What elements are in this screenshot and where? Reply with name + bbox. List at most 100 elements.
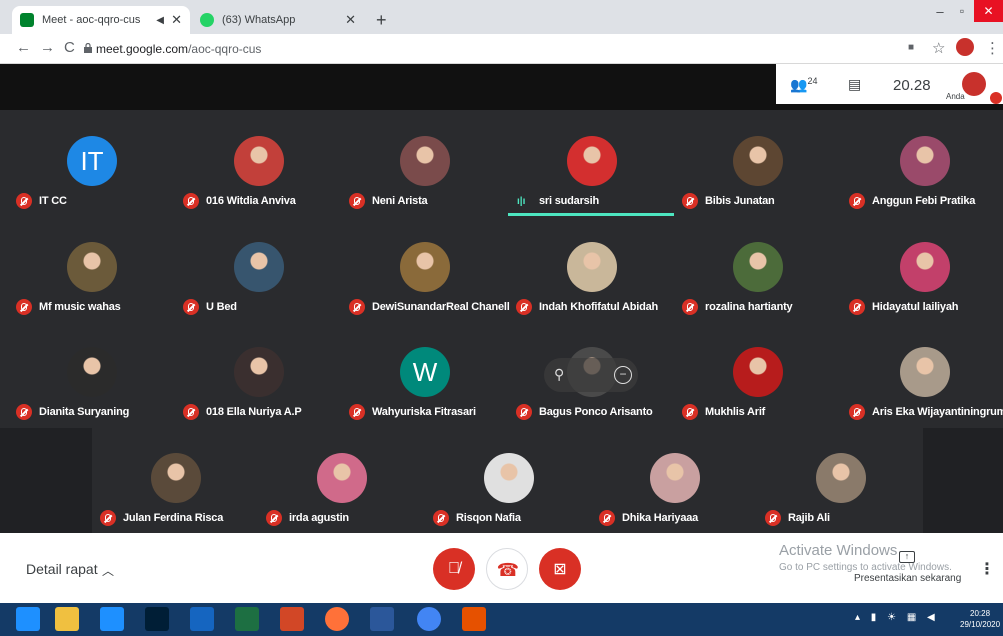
leave-call-button[interactable]: ☎: [486, 548, 528, 590]
participant-avatar: [900, 242, 950, 292]
mic-off-icon: 🎙̸: [448, 560, 460, 577]
windows-start-icon[interactable]: [16, 607, 40, 631]
tab-whatsapp[interactable]: (63) WhatsApp ✕: [192, 6, 364, 34]
participant-tile[interactable]: 016 Witdia Anviva: [175, 116, 342, 221]
muted-mic-icon: [849, 299, 865, 315]
internet-explorer-icon[interactable]: [100, 607, 124, 631]
close-tab-icon[interactable]: ✕: [345, 12, 356, 28]
taskbar-date: 29/10/2020: [960, 620, 1001, 629]
microphone-toggle-button[interactable]: 🎙̸: [433, 548, 475, 590]
participant-tile[interactable]: DewiSunandarReal Chanell: [341, 222, 510, 327]
tab-whatsapp-label: (63) WhatsApp: [222, 14, 296, 26]
chevron-up-icon[interactable]: ︿: [102, 562, 114, 579]
participant-avatar: [816, 453, 866, 503]
forward-icon[interactable]: →: [40, 39, 55, 56]
participant-tile[interactable]: Bibis Junatan: [674, 116, 841, 221]
participant-name: irda agustin: [289, 512, 349, 524]
reload-icon[interactable]: C: [64, 39, 75, 56]
more-options-icon[interactable]: ⋮: [979, 559, 995, 579]
excel-icon[interactable]: [235, 607, 259, 631]
self-avatar[interactable]: [962, 72, 986, 96]
photoshop-icon[interactable]: [145, 607, 169, 631]
participant-avatar: [484, 453, 534, 503]
minimize-button[interactable]: –: [930, 4, 950, 19]
file-explorer-icon[interactable]: [55, 607, 79, 631]
participant-avatar: IT: [67, 136, 117, 186]
close-window-button[interactable]: ✕: [974, 0, 1003, 22]
system-tray[interactable]: ▴ ▮ ☀ ▦ ◀: [855, 612, 939, 623]
remove-icon[interactable]: −: [614, 366, 632, 384]
participant-tile[interactable]: Dianita Suryaning: [8, 327, 175, 432]
participant-name: Wahyuriska Fitrasari: [372, 406, 476, 418]
participant-name: Bibis Junatan: [705, 195, 775, 207]
chat-button[interactable]: ▤: [848, 76, 861, 93]
participant-tile[interactable]: U Bed: [175, 222, 342, 327]
powerpoint-icon[interactable]: [280, 607, 304, 631]
participant-tile[interactable]: IT IT CC: [8, 116, 175, 221]
defender-icon[interactable]: [190, 607, 214, 631]
camera-toggle-button[interactable]: ⊠: [539, 548, 581, 590]
participant-name: Neni Arista: [372, 195, 428, 207]
participant-tile[interactable]: Indah Khofifatul Abidah: [508, 222, 675, 327]
participant-tile[interactable]: Hidayatul lailiyah: [841, 222, 1003, 327]
participant-tile[interactable]: Aris Eka Wijayantiningrum: [841, 327, 1003, 432]
pin-icon[interactable]: ⚲: [554, 366, 564, 383]
participant-tile[interactable]: Dhika Hariyaaa: [591, 433, 758, 538]
url-path: /aoc-qqro-cus: [188, 42, 262, 56]
present-now-button[interactable]: Presentasikan sekarang: [854, 573, 961, 584]
new-tab-button[interactable]: +: [376, 10, 387, 31]
participant-tile[interactable]: 018 Ella Nuriya A.P: [175, 327, 342, 432]
participant-tile[interactable]: Rajib Ali: [757, 433, 924, 538]
chat-icon: ▤: [848, 76, 862, 92]
grid-filler: [923, 428, 1003, 533]
profile-avatar[interactable]: [956, 38, 974, 56]
participant-tile[interactable]: Julan Ferdina Risca: [92, 433, 259, 538]
participant-tile[interactable]: Risqon Nafia: [425, 433, 592, 538]
participant-tile[interactable]: irda agustin: [258, 433, 425, 538]
speaker-icon[interactable]: ◀︎: [156, 15, 164, 26]
participant-tile[interactable]: rozalina hartianty: [674, 222, 841, 327]
address-bar[interactable]: meet.google.com/aoc-qqro-cus: [96, 42, 261, 56]
maximize-button[interactable]: ▫: [952, 4, 972, 18]
meeting-time: 20.28: [893, 77, 931, 94]
participant-name: Mukhlis Arif: [705, 406, 766, 418]
menu-kebab-icon[interactable]: ⋮: [985, 39, 1000, 57]
meeting-details-button[interactable]: Detail rapat: [26, 561, 98, 577]
activate-windows-subtitle: Go to PC settings to activate Windows.: [779, 562, 952, 573]
participant-avatar: [733, 242, 783, 292]
url-host: meet.google.com: [96, 42, 189, 56]
muted-mic-icon: [16, 193, 32, 209]
participant-tile[interactable]: Mukhlis Arif: [674, 327, 841, 432]
participant-name: Indah Khofifatul Abidah: [539, 301, 659, 313]
muted-mic-icon: [599, 510, 615, 526]
bookmark-star-icon[interactable]: ☆: [932, 39, 945, 57]
participant-avatar: [151, 453, 201, 503]
participant-name: Rajib Ali: [788, 512, 830, 524]
participant-tile[interactable]: Anggun Febi Pratika: [841, 116, 1003, 221]
tile-hover-controls[interactable]: ⚲ −: [544, 358, 638, 392]
word-icon[interactable]: [370, 607, 394, 631]
firefox-icon[interactable]: [325, 607, 349, 631]
participants-button[interactable]: 👥24: [790, 76, 817, 94]
participant-tile[interactable]: Mf music wahas: [8, 222, 175, 327]
taskbar-clock[interactable]: 20:28 29/10/2020: [960, 608, 1000, 630]
participant-name: Aris Eka Wijayantiningrum: [872, 406, 1003, 418]
participant-name: DewiSunandarReal Chanell: [372, 301, 510, 313]
back-icon[interactable]: ←: [16, 39, 31, 56]
participant-name: rozalina hartianty: [705, 301, 793, 313]
tab-meet[interactable]: Meet - aoc-qqro-cus ◀︎ ✕: [12, 6, 190, 34]
muted-mic-icon: [849, 193, 865, 209]
participant-name: IT CC: [39, 195, 67, 207]
participant-tile[interactable]: sri sudarsih: [508, 116, 675, 221]
present-screen-icon[interactable]: ↑: [899, 551, 915, 563]
chrome-icon[interactable]: [417, 607, 441, 631]
self-muted-icon: [990, 92, 1002, 104]
foxit-icon[interactable]: [462, 607, 486, 631]
close-tab-icon[interactable]: ✕: [171, 12, 182, 28]
participant-avatar: [650, 453, 700, 503]
camera-blocked-icon[interactable]: ■: [908, 42, 914, 53]
participant-name: Bagus Ponco Arisanto: [539, 406, 653, 418]
muted-mic-icon: [100, 510, 116, 526]
participant-tile[interactable]: W Wahyuriska Fitrasari: [341, 327, 508, 432]
participant-tile[interactable]: Neni Arista: [341, 116, 508, 221]
